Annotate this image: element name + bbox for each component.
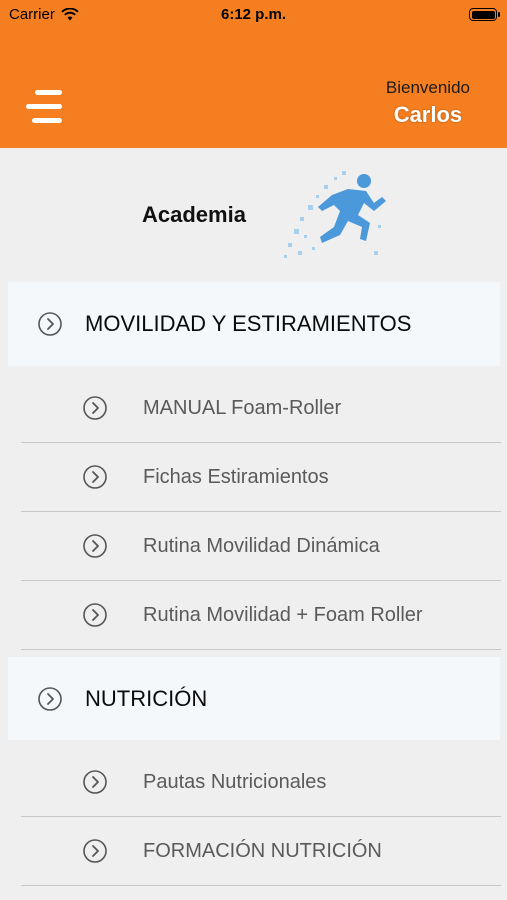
chevron-right-circle-icon <box>83 839 107 863</box>
list-item-label: FORMACIÓN NUTRICIÓN <box>143 840 382 862</box>
battery-icon <box>469 8 500 21</box>
list-item-label: Rutina Movilidad + Foam Roller <box>143 604 423 626</box>
chevron-right-circle-icon <box>83 534 107 558</box>
section-label: NUTRICIÓN <box>85 685 208 711</box>
list-item-fichas-estiramientos[interactable]: Fichas Estiramientos <box>21 443 501 512</box>
runner-illustration <box>284 171 386 258</box>
hamburger-menu-icon <box>26 90 62 123</box>
welcome-label: Bienvenido <box>385 78 470 97</box>
user-name: Carlos <box>393 102 463 127</box>
chevron-right-circle-icon <box>83 603 107 627</box>
chevron-right-circle-icon <box>83 465 107 489</box>
academy-banner: Academia <box>0 148 507 282</box>
section-label: MOVILIDAD Y ESTIRAMIENTOS <box>85 311 412 336</box>
section-nutricion[interactable]: NUTRICIÓN <box>8 657 500 740</box>
list-item-label: MANUAL Foam-Roller <box>143 397 342 419</box>
list-item-label: Fichas Estiramientos <box>143 466 329 488</box>
list-item-label: Rutina Movilidad Dinámica <box>143 535 380 557</box>
chevron-right-circle-icon <box>38 312 62 336</box>
status-bar: Carrier 6:12 p.m. <box>0 0 507 30</box>
menu-button[interactable] <box>26 88 64 126</box>
list-item-rutina-movilidad-dinamica[interactable]: Rutina Movilidad Dinámica <box>21 512 501 581</box>
chevron-right-circle-icon <box>83 396 107 420</box>
status-time: 6:12 p.m. <box>220 6 287 23</box>
app-header: Carrier 6:12 p.m. Bienvenido Carlos <box>0 0 507 148</box>
chevron-right-circle-icon <box>83 770 107 794</box>
section-movilidad[interactable]: MOVILIDAD Y ESTIRAMIENTOS <box>8 282 500 366</box>
list-item-rutina-movilidad-foam-roller[interactable]: Rutina Movilidad + Foam Roller <box>21 581 501 650</box>
welcome-block: Bienvenido Carlos <box>386 78 470 128</box>
list-item-formacion-nutricion[interactable]: FORMACIÓN NUTRICIÓN <box>21 817 501 886</box>
list-item-pautas-nutricionales[interactable]: Pautas Nutricionales <box>21 748 501 817</box>
banner-title: Academia <box>142 202 246 227</box>
list-item-label: Pautas Nutricionales <box>143 771 327 793</box>
list-item-manual-foam-roller[interactable]: MANUAL Foam-Roller <box>21 374 501 443</box>
chevron-right-circle-icon <box>38 686 62 711</box>
